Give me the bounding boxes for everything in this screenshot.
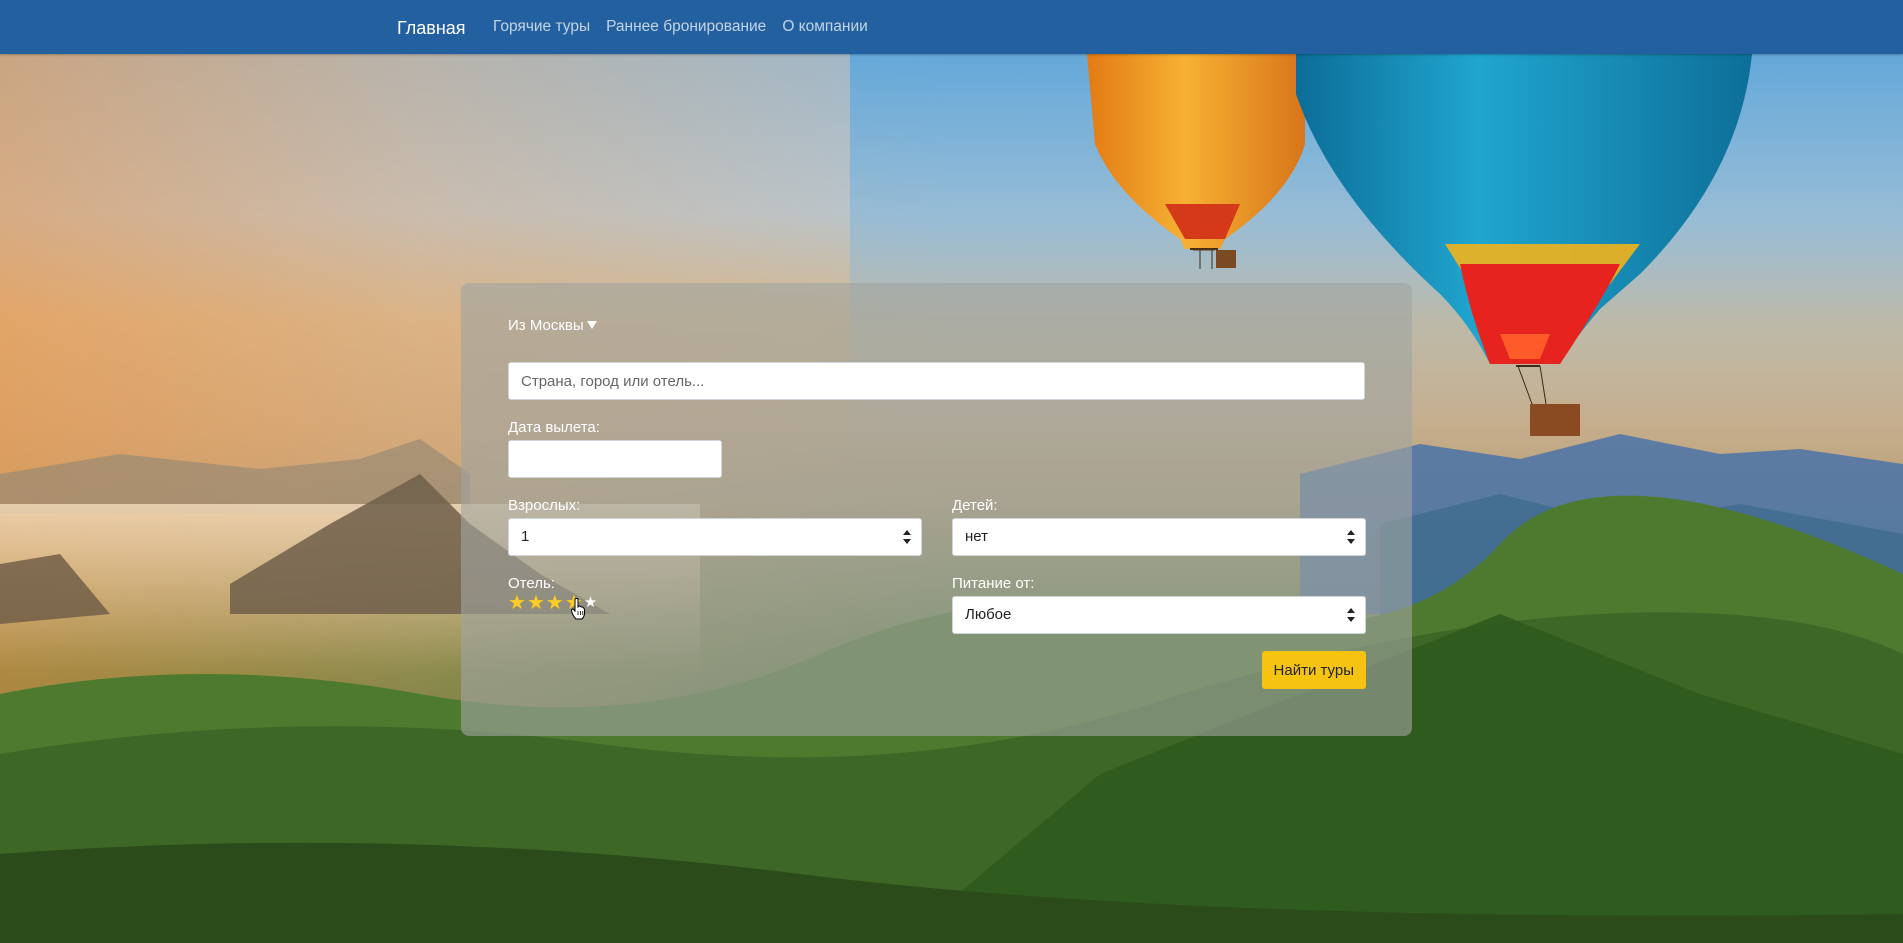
children-label: Детей:	[952, 497, 998, 514]
meal-selected-value: Любое	[965, 606, 1012, 623]
tour-search-panel: Из Москвы Дата вылета: Взрослых: 1 Детей…	[461, 283, 1412, 736]
nav-link-early-booking[interactable]: Раннее бронирование	[606, 18, 766, 36]
adults-select[interactable]: 1	[508, 518, 922, 556]
select-arrows-icon	[1347, 530, 1355, 544]
children-selected-value: нет	[965, 528, 988, 545]
top-navbar: Главная Горячие туры Раннее бронирование…	[0, 0, 1903, 54]
caret-down-icon	[586, 321, 597, 329]
nav-link-hot-tours[interactable]: Горячие туры	[493, 18, 590, 36]
nav-links: Горячие туры Раннее бронирование О компа…	[493, 0, 884, 54]
hotel-stars-label: Отель:	[508, 575, 555, 592]
adults-label: Взрослых:	[508, 497, 581, 514]
departure-date-input[interactable]	[508, 440, 722, 478]
meal-select[interactable]: Любое	[952, 596, 1366, 634]
star-icon[interactable]: ★	[508, 593, 526, 613]
find-tours-button[interactable]: Найти туры	[1261, 651, 1366, 689]
star-icon[interactable]: ★	[527, 593, 545, 613]
nav-brand-home[interactable]: Главная	[397, 0, 466, 54]
meal-label: Питание от:	[952, 575, 1035, 592]
select-arrows-icon	[1347, 608, 1355, 622]
star-icon[interactable]: ★	[584, 593, 597, 613]
nav-link-about[interactable]: О компании	[782, 18, 868, 36]
children-select[interactable]: нет	[952, 518, 1366, 556]
departure-city-dropdown[interactable]: Из Москвы	[508, 317, 597, 334]
adults-selected-value: 1	[521, 528, 530, 545]
select-arrows-icon	[903, 530, 911, 544]
destination-search-input[interactable]	[508, 362, 1365, 400]
departure-date-label: Дата вылета:	[508, 419, 600, 436]
hand-cursor-icon	[571, 598, 585, 620]
departure-city-label: Из Москвы	[508, 317, 584, 334]
star-icon[interactable]: ★	[546, 593, 564, 613]
hotel-star-rating[interactable]: ★ ★ ★ ★ ★	[508, 593, 598, 620]
